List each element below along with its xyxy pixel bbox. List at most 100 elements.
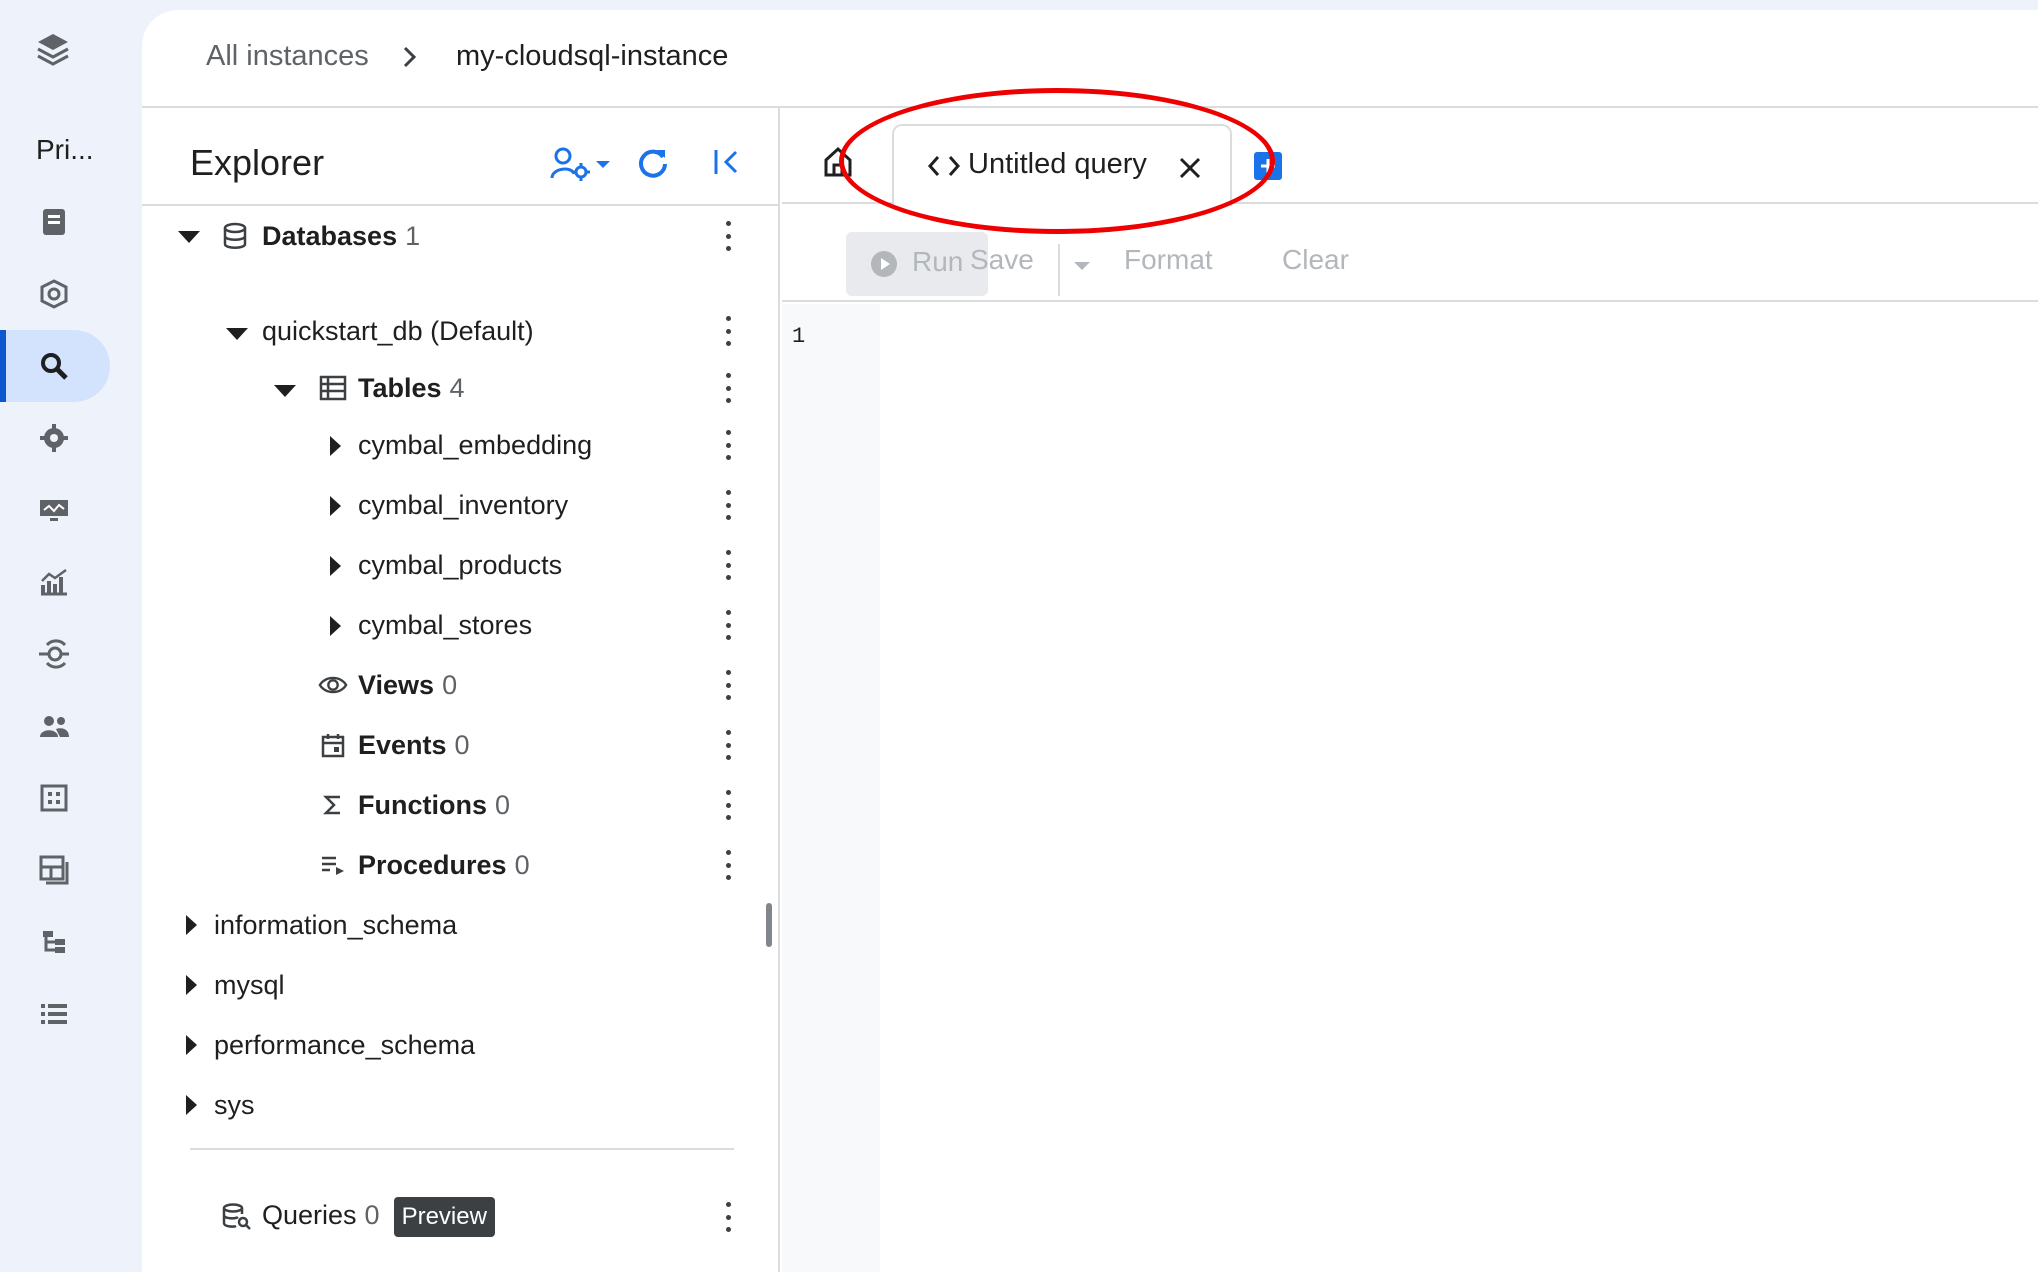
events-count: 0: [454, 729, 470, 760]
tree-node-schema[interactable]: sys: [142, 1082, 778, 1128]
tree-node-events[interactable]: Events 0: [142, 722, 778, 768]
layers-icon[interactable]: [36, 30, 70, 70]
table-name-label: cymbal_stores: [358, 609, 533, 640]
sigma-icon: [318, 790, 348, 820]
expand-down-icon[interactable]: [226, 328, 248, 340]
more-vert-icon[interactable]: [724, 1202, 732, 1232]
connection-icon[interactable]: [36, 636, 72, 672]
tree-node-table[interactable]: cymbal_products: [142, 542, 778, 588]
tree-node-schema[interactable]: information_schema: [142, 902, 778, 948]
format-button[interactable]: Format: [1124, 244, 1213, 276]
clear-button[interactable]: Clear: [1282, 244, 1349, 276]
databases-count: 1: [405, 220, 421, 251]
expand-right-icon[interactable]: [330, 496, 341, 516]
expand-down-icon[interactable]: [274, 385, 296, 397]
playlist-play-icon: [318, 850, 348, 880]
database-icon: [220, 221, 250, 251]
more-vert-icon[interactable]: [724, 850, 732, 880]
grid-icon[interactable]: [36, 780, 72, 816]
explorer-scrollbar[interactable]: [766, 903, 772, 947]
caret-down-icon: [596, 160, 610, 168]
more-vert-icon[interactable]: [724, 430, 732, 460]
tree-node-functions[interactable]: Functions 0: [142, 782, 778, 828]
schema-name-label: performance_schema: [214, 1029, 476, 1060]
expand-right-icon[interactable]: [186, 915, 197, 935]
views-count: 0: [442, 669, 458, 700]
users-icon[interactable]: [36, 708, 72, 744]
tree-node-table[interactable]: cymbal_embedding: [142, 422, 778, 468]
queries-count: 0: [364, 1200, 380, 1231]
more-vert-icon[interactable]: [724, 221, 732, 251]
tables-count: 4: [449, 372, 465, 403]
expand-right-icon[interactable]: [186, 1095, 197, 1115]
preview-badge: Preview: [393, 1197, 495, 1237]
explorer-title: Explorer: [190, 142, 325, 183]
procedures-label: Procedures: [358, 849, 507, 880]
more-vert-icon[interactable]: [724, 790, 732, 820]
schema-name-label: sys: [214, 1089, 255, 1120]
book-icon[interactable]: [36, 204, 72, 240]
refresh-icon: [636, 145, 670, 184]
expand-right-icon[interactable]: [330, 436, 341, 456]
breadcrumb-current-instance: my-cloudsql-instance: [456, 40, 729, 72]
panels-icon[interactable]: [36, 852, 72, 888]
toolbar-separator: [1058, 244, 1060, 296]
table-name-label: cymbal_embedding: [358, 429, 593, 460]
refresh-button[interactable]: [636, 144, 670, 184]
procedures-count: 0: [514, 849, 530, 880]
monitor-icon[interactable]: [36, 492, 72, 528]
list-icon[interactable]: [36, 996, 72, 1032]
line-number: 1: [792, 324, 806, 349]
collapse-left-icon: [712, 147, 742, 182]
collapse-panel-button[interactable]: [712, 144, 742, 184]
more-vert-icon[interactable]: [724, 610, 732, 640]
queries-label: Queries: [262, 1200, 357, 1231]
chevron-right-icon: [400, 44, 420, 77]
databases-label: Databases: [262, 220, 398, 251]
more-vert-icon[interactable]: [724, 670, 732, 700]
more-vert-icon[interactable]: [724, 550, 732, 580]
user-settings-button[interactable]: [550, 144, 610, 184]
schema-name-label: mysql: [214, 969, 285, 1000]
query-editor[interactable]: [880, 304, 2038, 1272]
tree-node-table[interactable]: cymbal_stores: [142, 602, 778, 648]
expand-right-icon[interactable]: [186, 975, 197, 995]
save-dropdown-icon[interactable]: [1074, 262, 1090, 270]
tree-node-procedures[interactable]: Procedures 0: [142, 842, 778, 888]
schema-name-label: information_schema: [214, 909, 458, 940]
tree-node-views[interactable]: Views 0: [142, 662, 778, 708]
expand-right-icon[interactable]: [330, 556, 341, 576]
table-icon: [318, 373, 348, 403]
hierarchy-icon[interactable]: [36, 924, 72, 960]
tree-node-queries[interactable]: Queries 0 Preview: [142, 1194, 778, 1240]
tree-node-databases[interactable]: Databases 1: [142, 213, 778, 259]
explorer-section-divider: [190, 1148, 734, 1150]
save-button[interactable]: Save: [970, 244, 1034, 276]
tree-node-quickstart-db[interactable]: quickstart_db (Default): [142, 308, 778, 354]
expand-down-icon[interactable]: [178, 231, 200, 243]
analytics-icon[interactable]: [36, 564, 72, 600]
more-vert-icon[interactable]: [724, 490, 732, 520]
expand-right-icon[interactable]: [330, 616, 341, 636]
functions-count: 0: [495, 789, 511, 820]
shield-icon[interactable]: [36, 276, 72, 312]
tree-node-tables[interactable]: Tables 4: [142, 365, 778, 411]
more-vert-icon[interactable]: [724, 316, 732, 346]
tables-label: Tables: [358, 372, 442, 403]
rail-product-label: Pri...: [36, 134, 94, 165]
explorer-header-divider: [142, 204, 778, 206]
table-name-label: cymbal_inventory: [358, 489, 569, 520]
tree-node-table[interactable]: cymbal_inventory: [142, 482, 778, 528]
settings-icon[interactable]: [36, 420, 72, 456]
expand-right-icon[interactable]: [186, 1035, 197, 1055]
breadcrumb-all-instances[interactable]: All instances: [206, 40, 369, 73]
tree-node-schema[interactable]: mysql: [142, 962, 778, 1008]
tree-node-schema[interactable]: performance_schema: [142, 1022, 778, 1068]
more-vert-icon[interactable]: [724, 373, 732, 403]
table-name-label: cymbal_products: [358, 549, 563, 580]
run-button[interactable]: Run: [846, 232, 988, 296]
search-icon[interactable]: [36, 348, 72, 384]
more-vert-icon[interactable]: [724, 730, 732, 760]
events-label: Events: [358, 729, 447, 760]
explorer-panel: Explorer Databases 1 quickstart_db (Defa…: [142, 108, 780, 1272]
